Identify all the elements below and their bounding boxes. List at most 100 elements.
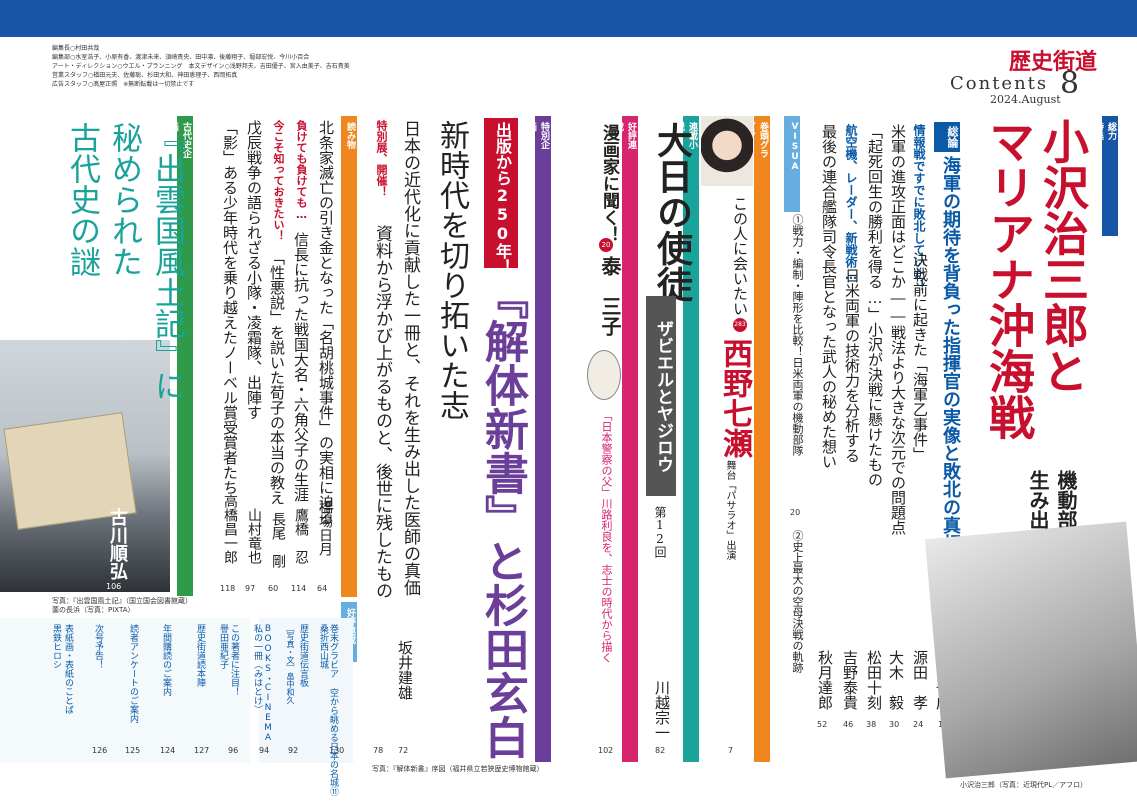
yomimono-5-author: 高橋昌一郎 (222, 494, 238, 564)
article3-author: 大木 毅 (887, 650, 905, 710)
yomimono-3-title: 「性悪説」を説いた荀子の本当の教え (268, 250, 286, 505)
kodaishi-title-3: 古代史の謎 (64, 122, 100, 277)
serial-7-page: 125 (125, 746, 141, 755)
serial-3-page: 94 (259, 746, 270, 755)
visual-1-page: 20 (790, 508, 801, 517)
credit-line: 編集長○村田共哉 (52, 45, 100, 52)
soryoku-bar (1102, 146, 1118, 236)
yomimono-1-author: 橋場日月 (317, 500, 333, 556)
article2-title: 米軍の進攻正面はどこか――戦法より大きな次元での問題点 (889, 124, 907, 535)
article5-title: 最後の連合艦隊司令長官となった武人の秘めた想い (820, 124, 838, 469)
visual-2-author: 秋月達郎 (816, 650, 834, 710)
manga-number-badge: 20 (599, 238, 613, 252)
yomimono-4-author: 山村竜也 (246, 508, 262, 564)
kodaishi-title-2: 秘められた (106, 122, 142, 277)
article4-author: 松田十刻 (865, 650, 883, 710)
actress-photo (701, 116, 753, 186)
visual-bar (784, 172, 800, 212)
soron-badge: 総論 (934, 122, 960, 152)
special-desc: 日本の近代化に貢献した一冊と、それを生み出した医師の真価 (400, 120, 420, 596)
tab-yomimono: 読み物 (341, 116, 357, 152)
kantou-bar (754, 166, 770, 762)
article2-author: 源田 孝 (911, 650, 929, 710)
yomimono-2-lead: 負けても負けても… (295, 120, 308, 221)
serial-4-sub: 譽田亜紀子 (218, 624, 228, 669)
serial-5-page: 127 (194, 746, 210, 755)
special-author: 坂井建雄 (396, 640, 414, 700)
manga-desc: 「日本警察の父」川路利良を、志士の時代から描く (600, 410, 613, 663)
serial-8-page: 126 (92, 746, 108, 755)
manga-page: 102 (598, 746, 614, 755)
article4-page: 38 (866, 720, 877, 729)
serial-2-page: 92 (288, 746, 299, 755)
kodaishi-title-1: 『出雲国風土記』に (149, 122, 185, 401)
kouhyou-bar (622, 156, 638, 762)
top-color-band (0, 0, 1137, 37)
special-catch: 新時代を切り拓いた志 (434, 120, 469, 420)
tab-tokubetsu: 特別企画 (526, 116, 551, 156)
feature-title-2: マリアナ沖海戦 (982, 118, 1036, 440)
article4-title: 日米両軍の技術力を分析する (843, 268, 861, 463)
yomimono-2-author: 鷹橋 忍 (293, 508, 309, 564)
kodaishi-page: 106 (106, 582, 122, 591)
serial-9-sub: 黒鉄ヒロシ (51, 624, 61, 669)
yomimono-2-title: 信長に抗った戦国大名・六角父子の生涯 (292, 232, 310, 502)
yomimono-3-lead: 今こそ知っておきたい！ (272, 120, 285, 241)
serial-9: 表紙画・表紙のことば (63, 624, 73, 714)
yomimono-1-page: 64 (317, 584, 328, 593)
serial-2: 歴史街道伝言板 (298, 624, 308, 687)
yomimono-3-page: 60 (268, 584, 279, 593)
yomimono-3-author: 長尾 剛 (270, 512, 286, 568)
serial-3-sub: 私の一冊（みはとけ） (252, 624, 262, 714)
gravure-note: 舞台「パサラオ」出演 (724, 460, 735, 560)
issue-number: 8 (1060, 66, 1080, 101)
serial-2-sub: ［写真・文］畠中和久 (286, 624, 295, 704)
novel-subtitle: ザビエルとヤジロウ (646, 296, 676, 496)
credit-line: アート・ディレクション○ウエル・プランニング 本文デザイン○浅野邦夫、吉田優子、… (52, 63, 350, 70)
admiral-photo (924, 521, 1137, 779)
tokubetsu-bar (535, 156, 551, 762)
yomimono-1-title: 北条家滅亡の引き金となった「名胡桃城事件」の実相に迫る (317, 120, 335, 525)
yomimono-4-title: 戊辰戦争の語られざる小隊・凌霜隊、出陣す (245, 120, 263, 420)
novel-title: 大日の使徒 (651, 122, 692, 302)
soron-text: 海軍の期待を背負った指揮官の実像と敗北の真相 (940, 156, 961, 552)
credit-line: 営業スタッフ○楢田元夫、佐藤聡、杉田大和、神田恵理子、西岡拓真 (52, 72, 238, 79)
special-title: 『解体新書』と杉田玄白 (477, 275, 528, 759)
tab-soryoku: 総力特集 (1093, 116, 1118, 146)
visual-2-page: 52 (817, 720, 828, 729)
special-badge: 出版から250年！ (493, 122, 512, 275)
kodaishi-caption-2: 薗の長浜（写真：PIXTA） (52, 606, 135, 614)
visual-1: ①戦力・編制・陣形を比較！日米両軍の機動部隊 (791, 214, 804, 456)
novel-author: 川越宗一 (653, 680, 671, 740)
manga-name: 泰 三子 (598, 256, 622, 336)
novel-episode: 第12回 (653, 506, 667, 558)
contents-label: Contents (950, 73, 1049, 94)
gravure-page: 7 (728, 746, 734, 755)
manga-lead: 漫画家に聞く！ (599, 124, 619, 243)
yomimono-4-page: 97 (245, 584, 256, 593)
special-caption: 写真：『解体新書』序図（福井県立若狭歴史博物館蔵） (372, 765, 544, 773)
gravure-number-badge: 283 (733, 318, 747, 332)
article2-page: 24 (913, 720, 924, 729)
credit-line: 編集部○水室浩子、小原有香、渡津未来、須崎貴央、田中凛、後藤翔子、堀部宏悦、今川… (52, 54, 310, 61)
visual-2: ②史上最大の空母決戦の軌跡 (791, 530, 804, 673)
special-page-1: 72 (398, 746, 409, 755)
manga-portrait-icon (587, 350, 621, 400)
serial-4-page: 96 (228, 746, 239, 755)
credit-line: 広告スタッフ○髙屋正照 ※無断転載は一切禁止です (52, 81, 195, 88)
article4-lead: 航空機、レーダー、新戦術… (844, 124, 858, 282)
serial-8: 次号予告！ (93, 624, 103, 669)
special-page-2: 78 (373, 746, 384, 755)
article3-page: 30 (889, 720, 900, 729)
feature-title-1: 小沢治三郎と (1036, 118, 1090, 394)
special-sub-lead: 特別展、開催！ (375, 120, 388, 197)
issue-date: 2024.August (990, 93, 1061, 106)
yomimono-5-page: 118 (220, 584, 236, 593)
gravure-lead: この人に会いたい (731, 196, 749, 316)
magazine-logo: 歴史街道 (1008, 49, 1097, 75)
novel-page: 82 (655, 746, 666, 755)
yomimono-bar (341, 152, 357, 597)
tab-visual: VISUAL (784, 116, 800, 182)
serial-1-page: 130 (329, 746, 345, 755)
admiral-photo-caption: 小沢治三郎（写真：近現代PL／アフロ） (960, 781, 1088, 789)
